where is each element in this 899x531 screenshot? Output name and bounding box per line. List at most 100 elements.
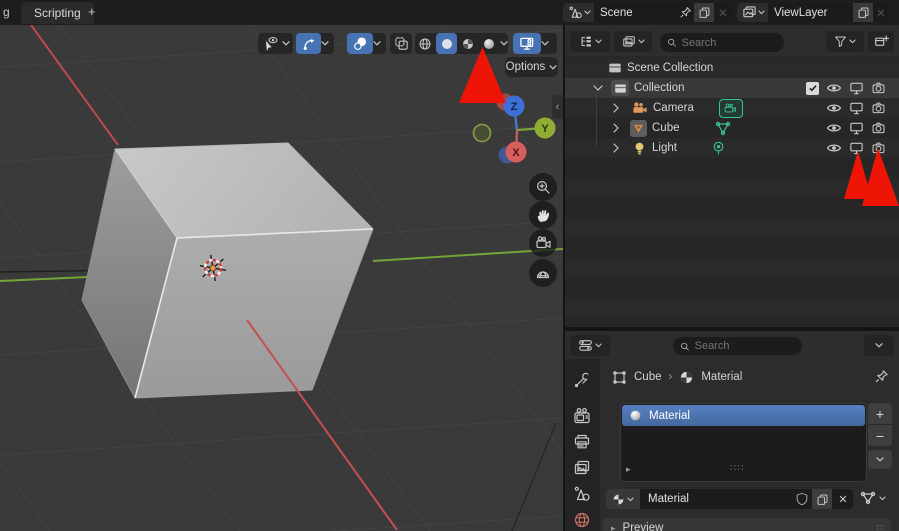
camera-view-button[interactable] — [529, 229, 557, 257]
properties-search[interactable] — [673, 337, 802, 355]
slot-list-grip[interactable]: ∷∷ — [730, 463, 745, 474]
show-gizmo-toggle[interactable] — [296, 33, 321, 54]
overlays-dropdown[interactable] — [347, 33, 386, 54]
sidebar-collapse-arrow[interactable]: ‹ — [552, 95, 563, 119]
mesh-object-icon-box — [630, 120, 647, 137]
disclosure-closed-icon[interactable] — [613, 143, 620, 153]
scene-name[interactable]: Scene — [594, 3, 676, 22]
collection-checkbox[interactable] — [806, 82, 819, 95]
eye-icon[interactable] — [826, 142, 842, 154]
unlink-material-button[interactable]: ✕ — [835, 493, 851, 506]
outliner-search[interactable] — [660, 33, 784, 52]
chevron-down-icon — [373, 41, 381, 46]
object-visibility-dropdown[interactable] — [258, 33, 293, 54]
outliner-filter-dropdown[interactable] — [826, 31, 864, 52]
cube-object[interactable] — [82, 143, 373, 398]
monitor-icon[interactable] — [849, 141, 864, 156]
tab-view-layer[interactable] — [573, 459, 591, 477]
material-specials-dropdown[interactable] — [868, 450, 892, 469]
chevron-down-icon — [584, 10, 591, 15]
gizmo-axis-neg-y[interactable] — [474, 125, 491, 142]
viewlayer-name[interactable]: ViewLayer — [768, 3, 853, 22]
properties-editor-dropdown[interactable] — [570, 335, 610, 356]
tab-scripting[interactable]: Scripting — [21, 2, 94, 24]
eye-icon[interactable] — [826, 102, 842, 114]
disclosure-closed-icon[interactable] — [613, 103, 620, 113]
tab-world[interactable] — [573, 511, 591, 529]
render-camera-icon[interactable] — [871, 81, 886, 95]
monitor-icon[interactable] — [849, 101, 864, 116]
scene-icon — [568, 5, 583, 20]
render-camera-icon[interactable] — [871, 121, 886, 135]
slot-list-expand[interactable]: ▸ — [626, 464, 631, 475]
zoom-button[interactable] — [529, 173, 557, 201]
monitor-icon[interactable] — [849, 121, 864, 136]
scene-duplicate-button[interactable] — [694, 3, 714, 22]
eye-icon[interactable] — [826, 122, 842, 134]
viewlayer-duplicate-button[interactable] — [853, 3, 873, 22]
chevron-down-icon — [879, 496, 886, 501]
pin-icon[interactable] — [676, 3, 694, 22]
add-workspace-button[interactable]: + — [88, 4, 96, 19]
eye-icon[interactable] — [826, 82, 842, 94]
gizmos-dropdown[interactable] — [296, 33, 334, 54]
new-collection-button[interactable] — [868, 31, 894, 52]
chevron-down-icon — [282, 41, 290, 46]
preview-panel-header[interactable]: ▸ Preview ∷ — [603, 518, 891, 531]
material-name-field[interactable]: ✕ — [640, 489, 853, 509]
scene-browse-button[interactable] — [563, 3, 594, 22]
viewport-3d[interactable]: Z Y X — [0, 25, 563, 531]
browse-material-button[interactable] — [606, 489, 640, 509]
outliner-search-input[interactable] — [682, 37, 777, 49]
add-material-slot-button[interactable]: + — [868, 403, 892, 425]
breadcrumb-data[interactable]: Material — [701, 371, 742, 383]
fake-user-shield-icon[interactable] — [795, 492, 809, 506]
xray-toggle[interactable] — [390, 33, 412, 54]
disclosure-open-icon[interactable] — [593, 85, 603, 92]
tab-output[interactable] — [573, 433, 591, 451]
solid-shading-icon — [440, 37, 454, 51]
material-name-input[interactable] — [640, 493, 795, 505]
outliner-display-mode-dropdown[interactable] — [570, 31, 610, 52]
monitor-icon[interactable] — [849, 81, 864, 96]
tab-tool[interactable] — [573, 371, 591, 389]
orthographic-toggle-button[interactable] — [529, 259, 557, 287]
render-camera-icon[interactable] — [871, 101, 886, 115]
light-data-icon[interactable] — [711, 141, 726, 156]
viewport-display-dropdown[interactable] — [513, 33, 557, 54]
pan-button[interactable] — [529, 201, 557, 229]
show-overlays-toggle[interactable] — [347, 33, 373, 54]
disclosure-closed-icon[interactable] — [613, 123, 620, 133]
properties-options-dropdown[interactable] — [864, 335, 894, 356]
tool-icon — [573, 371, 591, 389]
preview-panel-label: Preview — [623, 522, 664, 531]
mesh-data-icon[interactable] — [715, 121, 731, 136]
tab-scene[interactable] — [573, 485, 591, 503]
breadcrumb-pin[interactable] — [874, 369, 889, 384]
remove-material-slot-button[interactable]: − — [868, 425, 892, 446]
shading-solid-button[interactable] — [436, 33, 458, 54]
material-slot-selected[interactable]: Material — [622, 405, 865, 426]
outliner-filter-view-dropdown[interactable] — [614, 31, 652, 52]
viewport-display-toggle[interactable] — [513, 33, 541, 54]
outliner-row-scene-collection[interactable]: Scene Collection — [565, 58, 899, 78]
viewlayer-remove-button[interactable]: ✕ — [873, 3, 889, 22]
shading-wireframe-button[interactable] — [415, 33, 436, 54]
duplicate-icon — [816, 493, 829, 506]
viewlayer-browse-button[interactable] — [737, 3, 768, 22]
duplicate-material-button[interactable] — [812, 489, 832, 509]
tab-partial[interactable]: g — [3, 5, 10, 19]
camera-data-badge[interactable] — [719, 99, 743, 118]
scene-unlink-button[interactable]: ✕ — [714, 3, 732, 22]
search-icon — [667, 37, 677, 48]
scene-collection-label: Scene Collection — [627, 62, 713, 74]
scene-selector[interactable]: Scene ✕ — [563, 3, 732, 22]
shading-material-button[interactable] — [457, 33, 478, 54]
monitor-link-icon — [519, 36, 535, 51]
options-dropdown[interactable]: Options — [505, 57, 558, 77]
tab-render[interactable] — [573, 407, 591, 425]
material-link-dropdown[interactable] — [860, 491, 886, 506]
breadcrumb-object[interactable]: Cube — [634, 371, 662, 383]
properties-search-input[interactable] — [695, 340, 795, 352]
viewlayer-selector[interactable]: ViewLayer ✕ — [737, 3, 889, 22]
